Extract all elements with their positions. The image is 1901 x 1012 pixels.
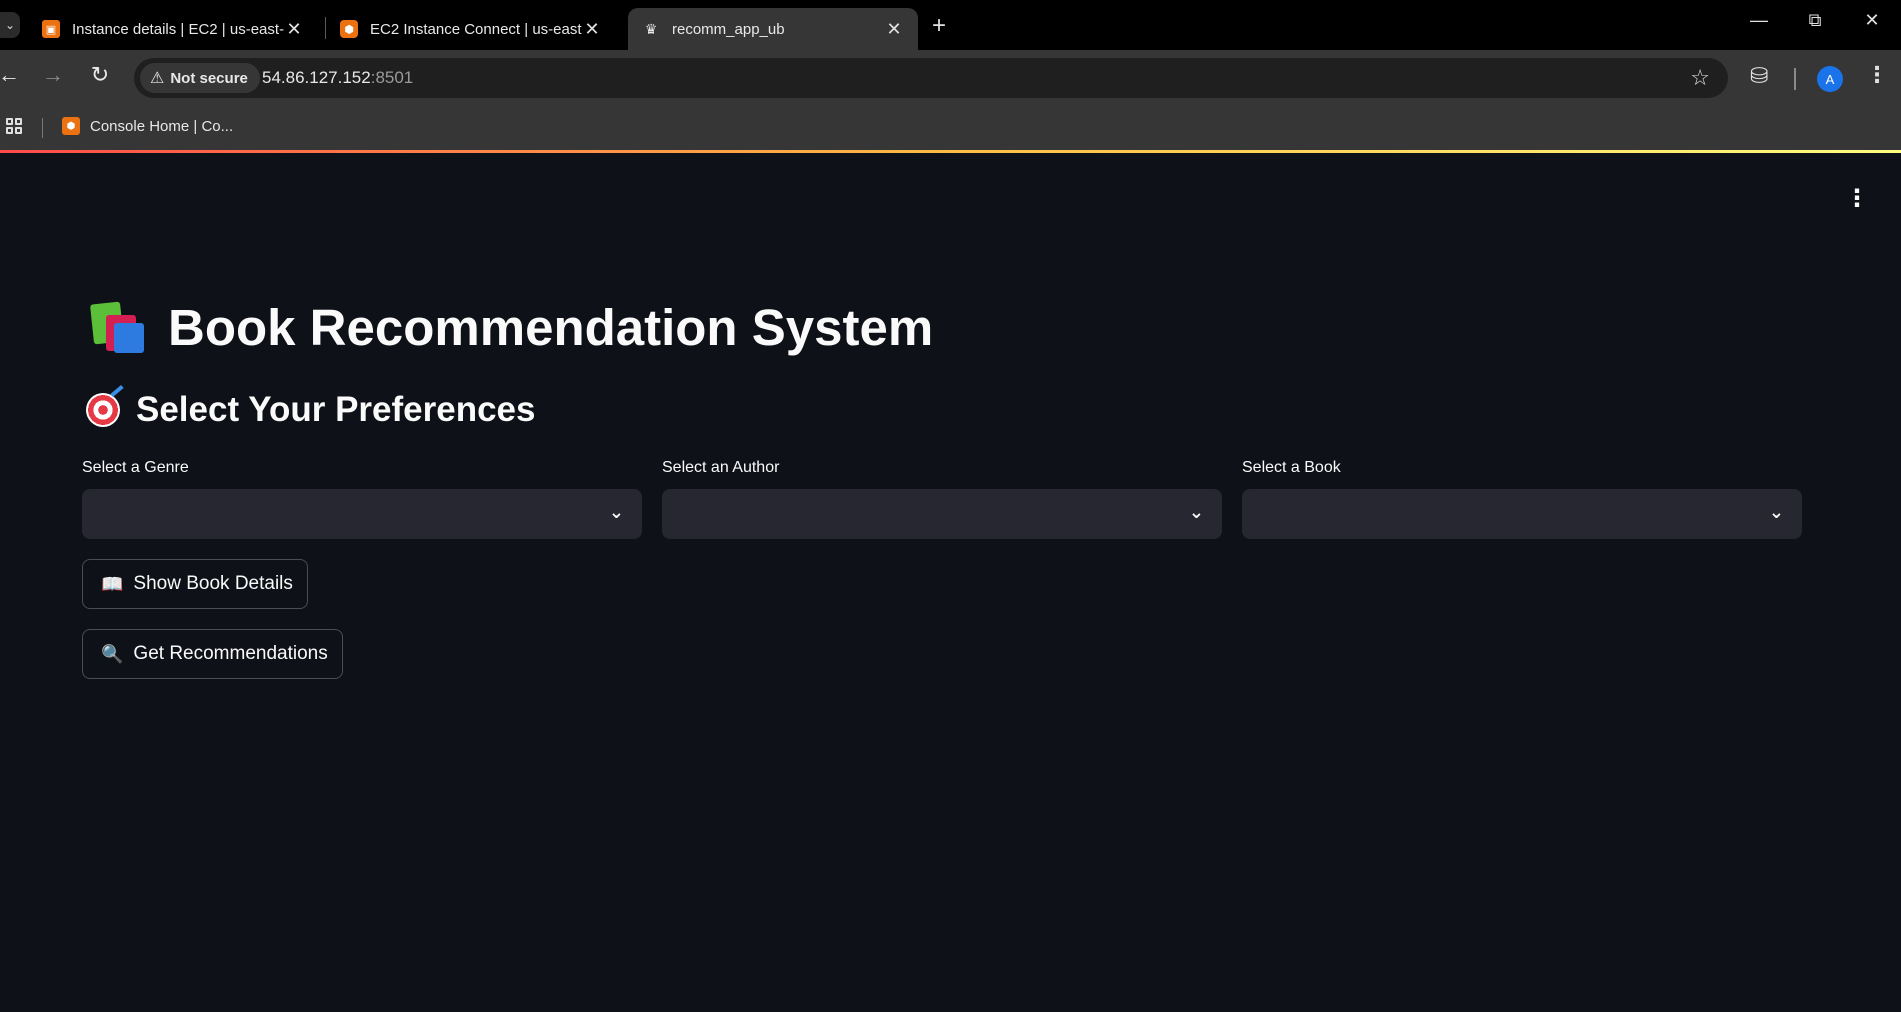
books-emoji-icon xyxy=(88,301,146,353)
chevron-down-icon[interactable]: ⌄ xyxy=(1189,502,1204,523)
security-indicator[interactable]: ⚠ Not secure xyxy=(140,63,260,93)
show-book-details-label: Show Book Details xyxy=(133,573,293,594)
tab-title: EC2 Instance Connect | us-east-1 xyxy=(370,20,582,38)
browser-tab-recomm-app[interactable]: ♛ recomm_app_ub ✕ xyxy=(628,8,918,50)
new-tab-icon[interactable]: + xyxy=(932,12,946,40)
browser-toolbar: ← → ↻ ⚠ Not secure 54.86.127.152:8501 ☆ … xyxy=(0,50,1901,106)
streamlit-crown-icon: ♛ xyxy=(644,20,658,37)
open-book-icon: 📖 xyxy=(101,573,124,594)
aws-cube-icon: ⬢ xyxy=(340,20,358,38)
browser-tab-instance-connect[interactable]: ⬢ EC2 Instance Connect | us-east-1 ✕ xyxy=(326,8,616,50)
tab-title: Instance details | EC2 | us-east-1 xyxy=(72,20,284,38)
chevron-down-icon[interactable]: ⌄ xyxy=(609,502,624,523)
apps-grid-icon[interactable] xyxy=(6,118,22,134)
extensions-puzzle-icon[interactable]: ⛁ xyxy=(1750,63,1768,89)
book-select-label: Select a Book xyxy=(1242,459,1341,476)
book-select[interactable]: ⌄ xyxy=(1242,489,1802,539)
close-tab-icon[interactable]: ✕ xyxy=(884,19,904,40)
bookmark-console-home[interactable]: ⬢ Console Home | Co... xyxy=(62,117,233,135)
bookmark-divider xyxy=(42,118,43,138)
tab-title: recomm_app_ub xyxy=(672,20,785,38)
author-select-label: Select an Author xyxy=(662,459,780,476)
genre-select[interactable]: ⌄ xyxy=(82,489,642,539)
window-close-icon[interactable]: ✕ xyxy=(1857,10,1887,31)
browser-menu-icon[interactable]: ⋮ xyxy=(1866,62,1888,88)
address-bar[interactable]: ⚠ Not secure 54.86.127.152:8501 ☆ xyxy=(134,58,1728,98)
reload-icon[interactable]: ↻ xyxy=(85,62,115,88)
get-recommendations-button[interactable]: 🔍 Get Recommendations xyxy=(82,629,343,679)
security-label: Not secure xyxy=(170,69,248,87)
warning-triangle-icon: ⚠ xyxy=(150,70,165,87)
streamlit-decoration-bar xyxy=(0,150,1901,153)
aws-ec2-icon: ▣ xyxy=(42,20,60,38)
target-emoji-icon xyxy=(86,384,124,427)
close-tab-icon[interactable]: ✕ xyxy=(284,19,304,40)
url-text[interactable]: 54.86.127.152:8501 xyxy=(262,68,413,88)
url-host: 54.86.127.152 xyxy=(262,68,371,87)
preferences-subheader: Select Your Preferences xyxy=(86,384,536,430)
forward-icon[interactable]: → xyxy=(38,62,68,88)
page-title-text: Book Recommendation System xyxy=(168,299,934,356)
tab-search-chevron-icon[interactable]: ⌄ xyxy=(0,12,20,38)
url-port: :8501 xyxy=(370,68,414,87)
minimize-icon[interactable]: — xyxy=(1744,10,1774,31)
show-book-details-button[interactable]: 📖 Show Book Details xyxy=(82,559,308,609)
page-title: Book Recommendation System xyxy=(88,298,933,357)
browser-tab-strip: ⌄ ▣ Instance details | EC2 | us-east-1 ✕… xyxy=(0,0,1901,50)
profile-avatar[interactable]: A xyxy=(1817,66,1843,92)
subheader-text: Select Your Preferences xyxy=(136,390,536,429)
browser-tab-instance-details[interactable]: ▣ Instance details | EC2 | us-east-1 ✕ xyxy=(28,8,318,50)
restore-icon[interactable]: ⧉ xyxy=(1800,10,1830,31)
bookmarks-bar: ⬢ Console Home | Co... xyxy=(0,106,1901,150)
toolbar-divider xyxy=(1794,68,1796,90)
bookmark-star-icon[interactable]: ☆ xyxy=(1690,65,1710,91)
back-icon[interactable]: ← xyxy=(0,62,24,88)
app-main-menu-icon[interactable]: ⋮ xyxy=(1845,184,1869,213)
genre-select-label: Select a Genre xyxy=(82,459,189,476)
aws-cube-icon: ⬢ xyxy=(62,117,80,135)
magnifier-icon: 🔍 xyxy=(101,643,124,664)
chevron-down-icon[interactable]: ⌄ xyxy=(1769,502,1784,523)
close-tab-icon[interactable]: ✕ xyxy=(582,19,602,40)
bookmark-label: Console Home | Co... xyxy=(90,117,234,135)
author-select[interactable]: ⌄ xyxy=(662,489,1222,539)
get-recommendations-label: Get Recommendations xyxy=(133,643,328,664)
